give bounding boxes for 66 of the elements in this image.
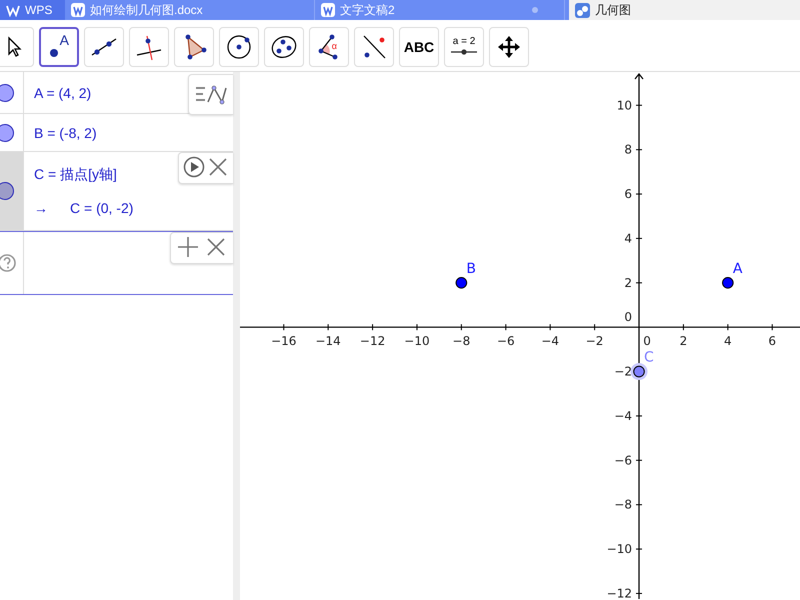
algebra-text: B = (-8, 2)	[34, 124, 97, 140]
algebra-text: C = 描点[y轴]	[34, 166, 117, 184]
perpendicular-line-icon	[135, 33, 163, 61]
document-icon	[321, 3, 335, 17]
help-icon[interactable]	[0, 253, 16, 273]
origin-label: 0	[624, 310, 632, 324]
tick-label: −2	[586, 334, 604, 348]
tick-label: −4	[541, 334, 560, 348]
point-label: B	[466, 260, 476, 277]
point[interactable]	[722, 277, 734, 289]
algebra-row[interactable]: A = (4, 2)	[0, 72, 233, 114]
slider-icon	[450, 47, 478, 57]
shapes-icon	[575, 2, 590, 18]
tick-label: 2	[680, 334, 688, 348]
point-label: C	[644, 350, 654, 366]
circle-icon	[225, 33, 253, 61]
point[interactable]	[456, 277, 468, 289]
tick-label: −8	[452, 334, 470, 348]
tick-label: 8	[624, 142, 632, 157]
text-tool-button[interactable]: ABC	[399, 27, 439, 67]
angle-tool-button[interactable]: α	[309, 27, 349, 67]
circle-tool-button[interactable]	[219, 27, 259, 67]
tick-label: −6	[496, 334, 515, 348]
tick-label: −6	[614, 453, 632, 468]
tick-label: −10	[606, 542, 632, 556]
visibility-toggle[interactable]	[0, 182, 14, 200]
tick-label: −10	[404, 334, 430, 348]
document-icon	[71, 3, 85, 17]
line-tool-button[interactable]	[84, 27, 124, 67]
visibility-toggle[interactable]	[0, 124, 14, 142]
algebra-value: C = (0, -2)	[70, 200, 134, 216]
algebra-row[interactable]: C = 描点[y轴] → C = (0, -2)	[0, 152, 233, 231]
tick-label: 2	[624, 276, 632, 290]
perpendicular-tool-button[interactable]	[129, 27, 169, 67]
visibility-toggle[interactable]	[0, 84, 14, 102]
tab[interactable]: 几何图	[569, 0, 800, 20]
style-bar-toggle-button[interactable]	[188, 74, 233, 115]
move-tool-button[interactable]	[0, 27, 34, 67]
ellipse-icon	[270, 33, 298, 61]
point-tool-button[interactable]: A	[39, 27, 79, 67]
origin-label: 0	[643, 334, 651, 348]
pan-tool-button[interactable]	[489, 27, 529, 67]
tick-label: −14	[316, 334, 341, 348]
point-icon	[48, 47, 60, 59]
tick-label: −12	[606, 586, 632, 599]
tick-label: −12	[360, 334, 386, 348]
wps-logo-icon	[6, 4, 20, 16]
algebra-text: A = (4, 2)	[34, 84, 92, 100]
tick-label: −2	[614, 364, 632, 379]
tick-label: 4	[724, 334, 732, 348]
slider-tool-button[interactable]: a = 2	[444, 27, 484, 67]
tick-label: 10	[616, 98, 632, 112]
conic-tool-button[interactable]	[264, 27, 304, 67]
arrow-symbol: →	[34, 200, 48, 216]
tick-label: −16	[271, 334, 296, 348]
reflect-tool-button[interactable]	[354, 27, 394, 67]
tick-label: 4	[624, 231, 632, 246]
graph-style-icon	[195, 84, 227, 106]
tick-label: 6	[624, 187, 632, 202]
tick-label: −8	[614, 498, 632, 512]
tick-label: 6	[768, 334, 776, 348]
point[interactable]	[633, 366, 645, 378]
polygon-tool-button[interactable]	[174, 27, 214, 67]
tab[interactable]: WPS	[0, 0, 65, 20]
tick-label: −4	[614, 408, 632, 423]
point-label: A	[732, 260, 742, 277]
